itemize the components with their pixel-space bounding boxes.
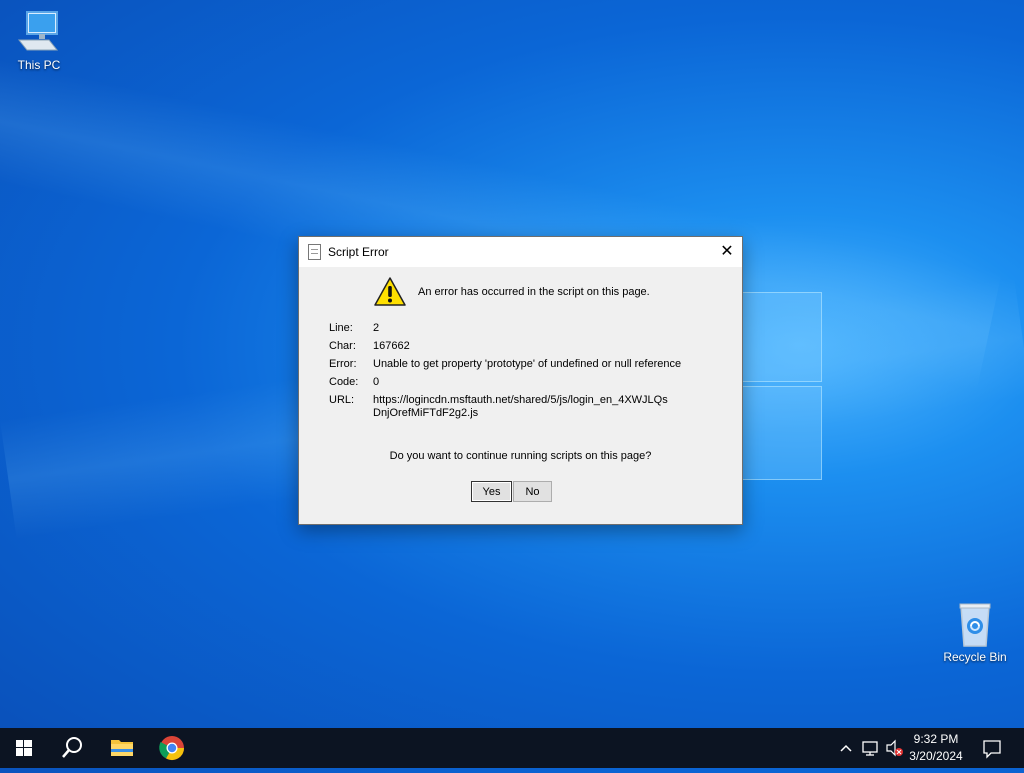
clock-time: 9:32 PM [913,732,959,746]
code-value: 0 [373,376,380,388]
wallpaper-logo-pane [740,292,822,382]
show-hidden-icons-button[interactable] [836,728,856,768]
desktop-icon-this-pc[interactable]: This PC [2,10,76,72]
chevron-up-icon [840,744,852,752]
network-icon [862,741,878,756]
error-value: Unable to get property 'prototype' of un… [373,358,682,370]
search-icon [62,737,82,758]
char-label: Char: [329,340,356,352]
clock[interactable]: 9:32 PM 3/20/2024 [904,731,968,765]
desktop-icon-label: This PC [17,58,61,72]
file-explorer-button[interactable] [98,728,146,768]
line-value: 2 [373,322,380,334]
chrome-icon [159,736,184,761]
network-button[interactable] [860,728,882,768]
volume-button[interactable] [884,728,906,768]
line-label: Line: [329,322,353,334]
notifications-button[interactable] [978,728,1006,768]
chrome-button[interactable] [148,728,196,768]
url-value: https://logincdn.msftauth.net/shared/5/j… [373,394,668,419]
desktop-icon-recycle-bin[interactable]: Recycle Bin [938,602,1012,664]
dialog-titlebar[interactable]: Script Error ✕ [299,237,742,267]
error-message: An error has occurred in the script on t… [418,286,650,298]
file-explorer-icon [111,740,133,756]
taskbar: 9:32 PM 3/20/2024 [0,728,1024,768]
search-button[interactable] [48,728,96,768]
char-value: 167662 [373,340,410,352]
continue-question: Do you want to continue running scripts … [389,450,652,462]
code-label: Code: [329,376,359,388]
windows-start-icon [16,740,32,756]
yes-button[interactable]: Yes [471,481,512,502]
clock-date: 3/20/2024 [909,749,963,763]
close-button[interactable]: ✕ [712,237,742,267]
start-button[interactable] [0,728,48,768]
no-button[interactable]: No [513,481,552,502]
url-label: URL: [329,394,355,406]
dialog-title: Script Error [328,245,389,259]
script-error-dialog: Script Error ✕ An error has occurred in … [298,236,743,525]
document-icon [308,244,321,260]
volume-muted-icon [886,739,903,757]
computer-icon [15,10,63,56]
error-label: Error: [329,358,357,370]
wallpaper-logo-pane [740,386,822,480]
recycle-bin-icon [951,602,999,648]
warning-icon [374,277,406,307]
desktop-icon-label: Recycle Bin [943,650,1007,664]
notifications-icon [983,740,1001,759]
